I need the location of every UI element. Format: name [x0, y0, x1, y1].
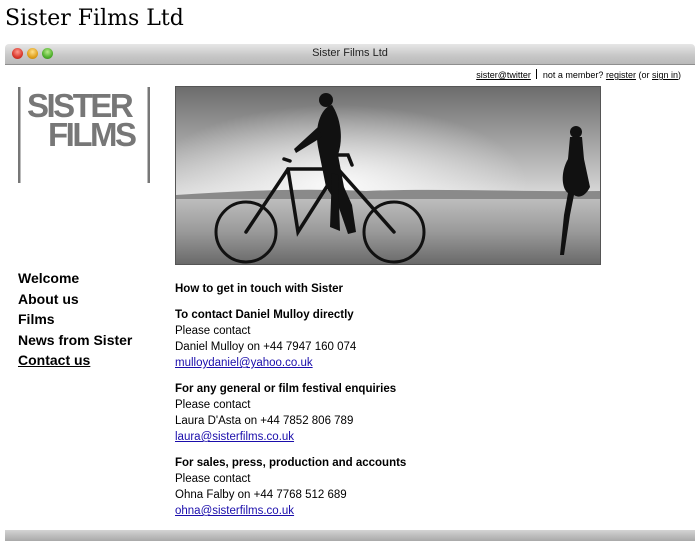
contact-line: Please contact	[175, 325, 251, 337]
contact-block-laura: For any general or film festival enquiri…	[175, 381, 615, 445]
contact-title: For any general or film festival enquiri…	[175, 383, 397, 395]
sister-films-logo[interactable]: SISTER FILMS	[18, 87, 150, 183]
page-content: sister@twitter not a member? register (o…	[5, 65, 695, 530]
window-bottom-bar	[5, 530, 695, 541]
browser-window: Sister Films Ltd sister@twitter not a me…	[5, 44, 695, 541]
or-text: (or	[638, 70, 650, 80]
email-link-ohna[interactable]: ohna@sisterfilms.co.uk	[175, 505, 294, 517]
contact-phone: Ohna Falby on +44 7768 512 689	[175, 489, 347, 501]
nav-contact-us[interactable]: Contact us	[18, 350, 132, 371]
contact-title: For sales, press, production and account…	[175, 457, 407, 469]
email-link-laura[interactable]: laura@sisterfilms.co.uk	[175, 431, 294, 443]
divider	[536, 69, 538, 79]
contact-phone: Daniel Mulloy on +44 7947 160 074	[175, 341, 357, 353]
close-paren: )	[678, 70, 681, 80]
logo-line-2: FILMS	[48, 116, 136, 153]
not-member-text: not a member?	[542, 70, 604, 80]
nav-films[interactable]: Films	[18, 309, 132, 330]
contact-block-daniel: To contact Daniel Mulloy directly Please…	[175, 307, 615, 371]
nav-welcome[interactable]: Welcome	[18, 268, 132, 289]
page-heading: Sister Films Ltd	[5, 6, 184, 31]
account-bar: sister@twitter not a member? register (o…	[476, 69, 681, 80]
register-link[interactable]: register	[606, 70, 636, 80]
hero-image	[175, 86, 601, 265]
main-nav: Welcome About us Films News from Sister …	[18, 268, 132, 371]
contact-block-ohna: For sales, press, production and account…	[175, 455, 615, 519]
contact-title: To contact Daniel Mulloy directly	[175, 309, 354, 321]
contact-line: Please contact	[175, 473, 251, 485]
contact-phone: Laura D'Asta on +44 7852 806 789	[175, 415, 354, 427]
window-title: Sister Films Ltd	[312, 47, 388, 59]
email-link-daniel[interactable]: mulloydaniel@yahoo.co.uk	[175, 357, 313, 369]
twitter-link[interactable]: sister@twitter	[476, 70, 531, 80]
contact-line: Please contact	[175, 399, 251, 411]
contact-heading: How to get in touch with Sister	[175, 283, 344, 295]
window-titlebar[interactable]: Sister Films Ltd	[5, 44, 695, 65]
sign-in-link[interactable]: sign in	[652, 70, 678, 80]
nav-about-us[interactable]: About us	[18, 289, 132, 310]
contact-section: How to get in touch with Sister To conta…	[175, 281, 615, 519]
nav-news-from-sister[interactable]: News from Sister	[18, 330, 132, 351]
